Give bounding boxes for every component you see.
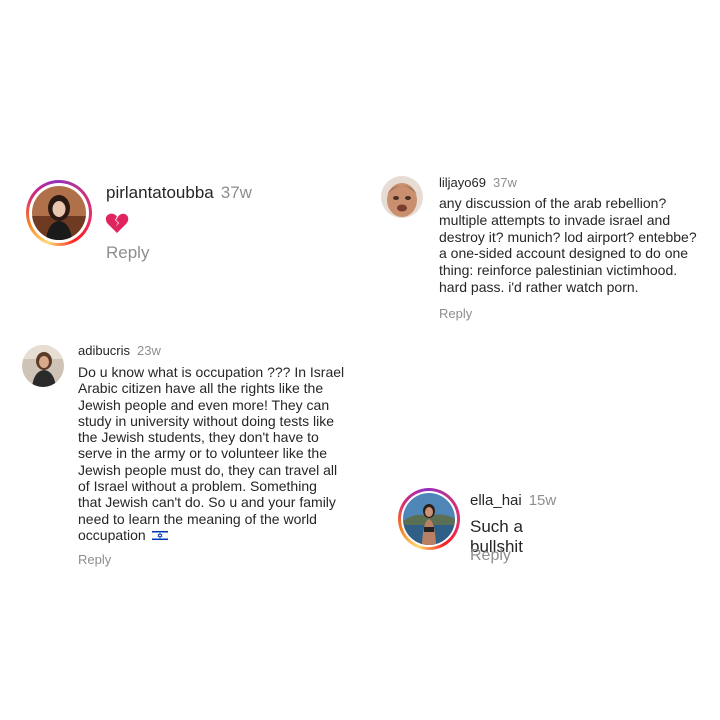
comment-header: ella_hai 15w [470, 492, 556, 509]
avatar[interactable] [32, 186, 86, 240]
avatar[interactable] [403, 493, 455, 545]
avatar[interactable] [381, 176, 423, 218]
israel-flag-icon [151, 529, 168, 541]
reply-button[interactable]: Reply [470, 547, 511, 565]
timestamp: 23w [137, 343, 161, 358]
avatar[interactable] [22, 345, 64, 387]
username[interactable]: ella_hai [470, 492, 522, 509]
username[interactable]: liljayo69 [439, 175, 486, 190]
comment-header: adibucris 23w [78, 343, 161, 358]
timestamp: 37w [492, 175, 517, 190]
comment-header: liljayo69 37w [439, 175, 517, 190]
broken-heart-icon [105, 213, 129, 233]
timestamp: 15w [528, 492, 557, 509]
comment-text: Do u know what is occupation ??? In Isra… [78, 364, 345, 543]
comment-header: pirlantatoubba 37w [106, 183, 252, 203]
username[interactable]: pirlantatoubba [106, 183, 214, 202]
comment-text: any discussion of the arab rebellion? mu… [439, 195, 697, 295]
reply-button[interactable]: Reply [106, 243, 149, 263]
reply-button[interactable]: Reply [439, 306, 472, 321]
timestamp: 37w [220, 183, 252, 202]
comment-text-wrapper: Do u know what is occupation ??? In Isra… [78, 364, 378, 543]
reply-button[interactable]: Reply [78, 552, 111, 567]
username[interactable]: adibucris [78, 343, 130, 358]
